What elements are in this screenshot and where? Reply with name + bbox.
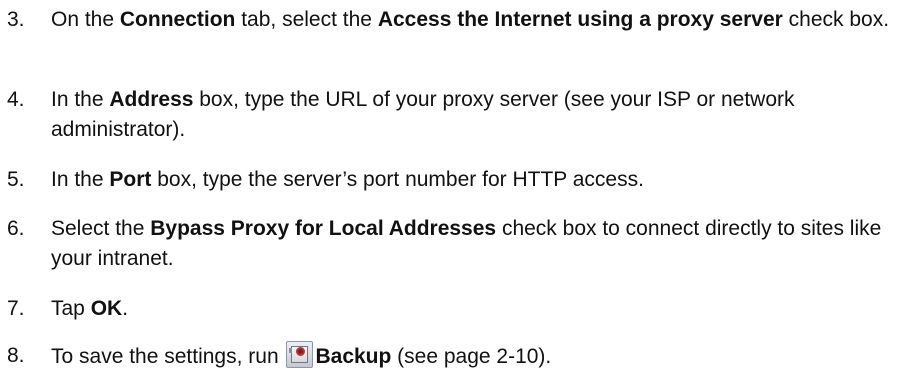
step-text-segment: Tap (51, 297, 91, 320)
address-box-name: Address (109, 88, 194, 111)
step-text: Select the Bypass Proxy for Local Addres… (51, 214, 896, 274)
step-text-segment: Select the (51, 217, 151, 240)
step-number: 6. (7, 217, 25, 240)
step-text: In the Port box, type the server’s port … (51, 165, 896, 195)
step-text-segment: box, type the server’s port number for H… (151, 168, 644, 191)
connection-tab-name: Connection (119, 8, 236, 31)
step-number: 5. (7, 168, 25, 191)
ok-button-name: OK (90, 297, 123, 320)
step-text-segment: check box. (782, 8, 890, 31)
step-text-segment: . (122, 297, 129, 320)
step-text-segment: In the (51, 88, 110, 111)
step-number: 8. (7, 344, 25, 367)
step-text: Tap OK. (51, 294, 896, 324)
step-number: 3. (7, 8, 25, 31)
bypass-proxy-checkbox-name: Bypass Proxy for Local Addresses (150, 217, 497, 240)
step-text: To save the settings, run Backup (see pa… (51, 341, 896, 372)
port-box-name: Port (109, 168, 152, 191)
step-text-segment: (see page 2-10). (391, 345, 552, 368)
step-text: In the Address box, type the URL of your… (51, 85, 896, 145)
step-number: 4. (7, 88, 25, 111)
backup-program-name: Backup (315, 345, 392, 368)
step-number: 7. (7, 297, 25, 320)
step-text-segment: tab, select the (235, 8, 378, 31)
backup-icon (286, 341, 314, 368)
step-text-segment: In the (51, 168, 110, 191)
step-text: On the Connection tab, select the Access… (51, 5, 896, 35)
proxy-checkbox-name: Access the Internet using a proxy server (377, 8, 783, 31)
step-text-segment: To save the settings, run (51, 345, 285, 368)
step-text-segment: On the (51, 8, 120, 31)
